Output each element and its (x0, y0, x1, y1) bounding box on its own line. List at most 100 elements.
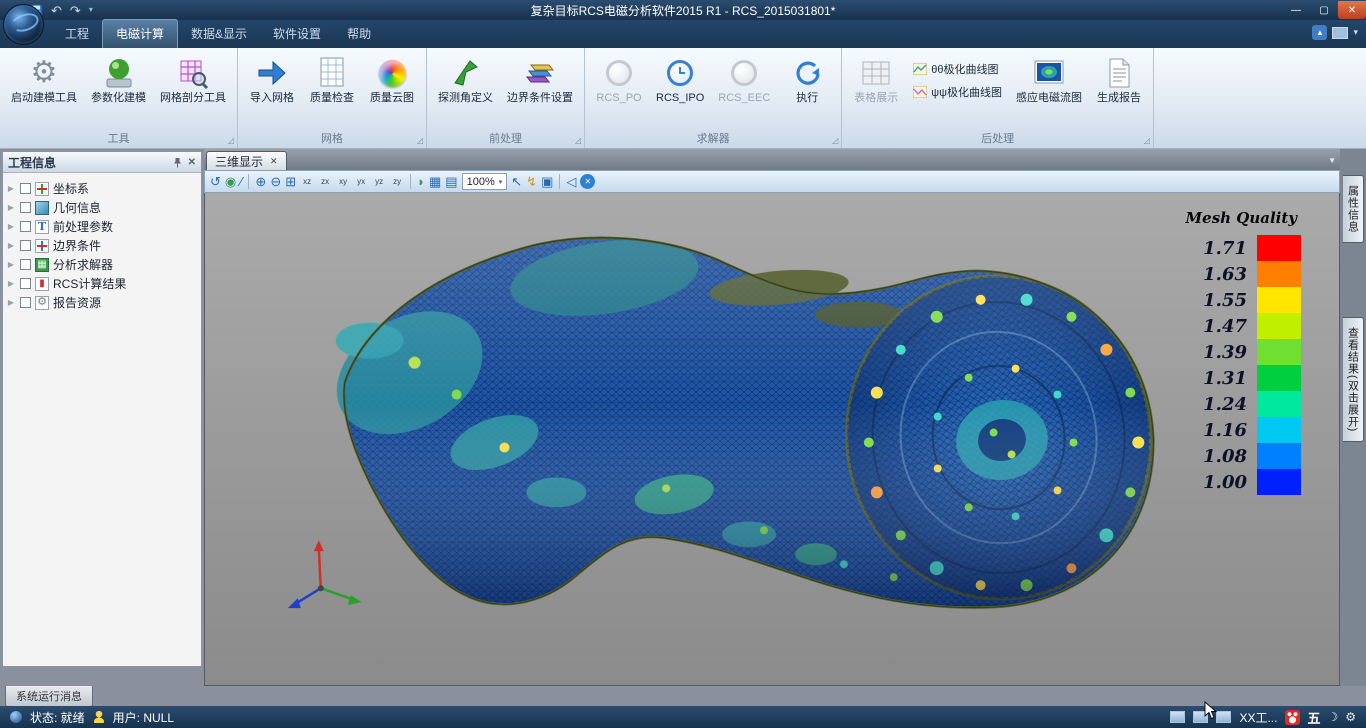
expander-icon[interactable]: ▶ (6, 241, 16, 250)
curve-chart-icon (913, 63, 927, 75)
dialog-launcher-icon[interactable]: ◿ (1144, 137, 1150, 145)
quality-cloud-map-button[interactable]: 质量云图 (363, 51, 421, 107)
checkbox[interactable] (20, 240, 31, 251)
select-cursor-icon[interactable]: ↖ (511, 175, 522, 188)
view-axis-button[interactable]: xz (300, 175, 314, 188)
tree-item-boundary-conditions[interactable]: ▶边界条件 (6, 236, 198, 255)
expander-icon[interactable]: ▶ (6, 222, 16, 231)
panel-close-icon[interactable]: ✕ (188, 157, 196, 168)
expander-icon[interactable]: ▶ (6, 298, 16, 307)
checkbox[interactable] (20, 278, 31, 289)
quality-check-button[interactable]: 质量检查 (303, 51, 361, 107)
checkbox[interactable] (20, 183, 31, 194)
flow-vector-icon[interactable]: ◁ (566, 175, 576, 188)
tab-3d-display[interactable]: 三维显示 ✕ (206, 151, 287, 170)
tab-software-settings[interactable]: 软件设置 (260, 20, 334, 48)
properties-panel-tab[interactable]: 属性信息 (1343, 175, 1364, 243)
menu-caret-icon[interactable]: ▾ (1353, 27, 1358, 38)
ime-settings-gear-icon[interactable]: ⚙ (1345, 710, 1356, 724)
tree-item-preprocess-params[interactable]: ▶前处理参数 (6, 217, 198, 236)
tab-project[interactable]: 工程 (52, 20, 102, 48)
moon-icon[interactable]: ☽ (1327, 710, 1338, 724)
tab-help[interactable]: 帮助 (334, 20, 384, 48)
shaded-view-icon[interactable]: ◗ (417, 175, 425, 188)
zoom-out-icon[interactable]: ⊖ (270, 175, 281, 188)
expander-icon[interactable]: ▶ (6, 203, 16, 212)
grid-view-icon[interactable]: ▤ (445, 175, 457, 188)
ribbon-group-tools: ⚙ 启动建模工具 参数化建模 网格剖分工具 工具 ◿ (0, 48, 238, 148)
3d-viewport[interactable]: Mesh Quality 1.71 1.63 1.55 1.47 1.39 1.… (204, 193, 1340, 686)
window-layout-icon[interactable] (1216, 711, 1231, 723)
view-axis-button[interactable]: zy (390, 175, 404, 188)
checkbox[interactable] (20, 297, 31, 308)
display-icon[interactable] (1332, 27, 1348, 39)
view-axis-button[interactable]: yz (372, 175, 386, 188)
tree-item-rcs-results[interactable]: ▶RCS计算结果 (6, 274, 198, 293)
tab-close-icon[interactable]: ✕ (270, 156, 278, 167)
generate-report-button[interactable]: 生成报告 (1090, 51, 1148, 107)
view-axis-button[interactable]: xy (336, 175, 350, 188)
tree-item-geometry-info[interactable]: ▶几何信息 (6, 198, 198, 217)
expander-icon[interactable]: ▶ (6, 279, 16, 288)
green-arrow-icon (450, 54, 482, 92)
dialog-launcher-icon[interactable]: ◿ (228, 137, 234, 145)
probe-angle-button[interactable]: 探测角定义 (432, 51, 499, 107)
pan-icon[interactable]: ◉ (225, 175, 236, 188)
induced-em-current-map-button[interactable]: 感应电磁流图 (1010, 51, 1088, 107)
solver-rcs-ipo-button[interactable]: RCS_IPO (650, 51, 710, 107)
app-logo[interactable] (3, 4, 44, 45)
close-button[interactable]: ✕ (1338, 1, 1366, 19)
qat-menu-caret-icon[interactable]: ▾ (89, 6, 93, 14)
dialog-launcher-icon[interactable]: ◿ (832, 137, 838, 145)
view-axis-button[interactable]: yx (354, 175, 368, 188)
dialog-launcher-icon[interactable]: ◿ (575, 137, 581, 145)
table-display-button[interactable]: 表格展示 (847, 51, 905, 107)
pin-icon[interactable] (173, 157, 182, 168)
solver-rcs-po-button[interactable]: RCS_PO (590, 51, 648, 107)
expander-icon[interactable]: ▶ (6, 260, 16, 269)
dialog-launcher-icon[interactable]: ◿ (417, 137, 423, 145)
expander-icon[interactable]: ▶ (6, 184, 16, 193)
layers-icon[interactable]: ▣ (541, 175, 553, 188)
theta-polarization-curve-button[interactable]: θθ极化曲线图 (907, 59, 1008, 79)
boundary-condition-button[interactable]: 边界条件设置 (501, 51, 579, 107)
tree-item-coordinate-system[interactable]: ▶坐标系 (6, 179, 198, 198)
tree-item-analysis-solver[interactable]: ▶分析求解器 (6, 255, 198, 274)
view-axis-button[interactable]: zx (318, 175, 332, 188)
baidu-ime-icon[interactable] (1285, 710, 1300, 725)
model-3d-view[interactable] (205, 193, 1339, 685)
import-mesh-button[interactable]: 导入网格 (243, 51, 301, 107)
wireframe-view-icon[interactable]: ▦ (429, 175, 441, 188)
ribbon-tabbar: 工程 电磁计算 数据&显示 软件设置 帮助 ▲ ▾ (0, 20, 1366, 48)
launch-modeling-tool-button[interactable]: ⚙ 启动建模工具 (5, 51, 83, 107)
ime-wubi-mode[interactable]: 五 (1307, 708, 1320, 727)
maximize-button[interactable]: ▢ (1310, 1, 1338, 19)
zoom-level-select[interactable]: 100%▾ (462, 173, 508, 190)
checkbox[interactable] (20, 221, 31, 232)
mesh-partition-tool-button[interactable]: 网格剖分工具 (154, 51, 232, 107)
tab-list-caret-icon[interactable]: ▼ (1328, 156, 1336, 170)
tab-em-computation[interactable]: 电磁计算 (102, 19, 178, 48)
viewport-close-icon[interactable]: ✕ (580, 174, 595, 189)
system-messages-tab[interactable]: 系统运行消息 (5, 686, 93, 707)
orbit-icon[interactable]: ↺ (210, 175, 221, 188)
tree-item-report-resources[interactable]: ▶报告资源 (6, 293, 198, 312)
execute-button[interactable]: 执行 (778, 51, 836, 107)
zoom-window-icon[interactable]: ⊞ (285, 175, 296, 188)
undo-icon[interactable]: ↶ (51, 4, 62, 17)
view-results-tab[interactable]: 查看结果(双击展开) (1343, 317, 1364, 442)
window-layout-icon[interactable] (1170, 711, 1185, 723)
minimize-button[interactable]: — (1282, 1, 1310, 19)
checkbox[interactable] (20, 259, 31, 270)
measure-icon[interactable]: ∕ (240, 175, 242, 188)
parametric-modeling-button[interactable]: 参数化建模 (85, 51, 152, 107)
redo-icon[interactable]: ↷ (70, 4, 81, 17)
zoom-in-icon[interactable]: ⊕ (255, 175, 266, 188)
checkbox[interactable] (20, 202, 31, 213)
rainbow-sphere-icon (379, 60, 406, 87)
collapse-ribbon-icon[interactable]: ▲ (1312, 25, 1327, 40)
solver-rcs-eec-button[interactable]: RCS_EEC (712, 51, 776, 107)
lightning-icon[interactable]: ↯ (526, 175, 537, 188)
psi-polarization-curve-button[interactable]: ψψ极化曲线图 (907, 82, 1008, 102)
tab-data-display[interactable]: 数据&显示 (178, 20, 260, 48)
